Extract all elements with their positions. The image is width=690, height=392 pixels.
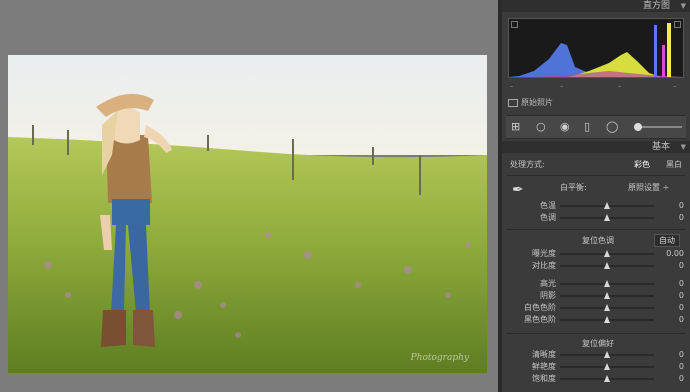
tone_s-slider-value[interactable]: 0 <box>656 290 684 302</box>
graduated-filter-icon[interactable]: ▯ <box>584 120 590 134</box>
pres_s-slider-value[interactable]: 0 <box>656 349 684 361</box>
histogram-graph <box>509 23 683 77</box>
adjustment-brush-slider[interactable] <box>634 123 682 131</box>
pres_s-slider-value[interactable]: 0 <box>656 373 684 385</box>
basic-header[interactable]: 基本 ▼ <box>502 141 690 153</box>
tone_s-slider-row: 阴影 0 <box>506 290 690 302</box>
pres_s-slider-label: 饱和度 <box>532 374 556 383</box>
histogram[interactable] <box>508 18 684 78</box>
tone_s-slider-label: 高光 <box>540 279 556 288</box>
treatment-color[interactable]: 彩色 <box>634 159 650 170</box>
original-photo-label: 原始照片 <box>521 98 553 107</box>
red-eye-icon[interactable]: ◉ <box>560 120 570 134</box>
tone_s-slider-track[interactable] <box>560 250 654 257</box>
slider-knob-icon[interactable] <box>604 304 610 311</box>
tone_s-slider-track[interactable] <box>560 292 654 299</box>
treatment-label: 处理方式: <box>510 160 545 169</box>
wb_s-slider-label: 色调 <box>540 213 556 222</box>
tone_s-slider-label: 曝光度 <box>532 249 556 258</box>
radial-filter-icon[interactable]: ◯ <box>606 120 618 134</box>
tone_s-slider-row: 对比度 0 <box>506 260 690 272</box>
tone_s-slider-value[interactable]: 0 <box>656 278 684 290</box>
slider-knob-icon[interactable] <box>604 262 610 269</box>
tone_s-slider-row: 曝光度 0.00 <box>506 248 690 260</box>
tone_s-slider-value[interactable]: 0 <box>656 260 684 272</box>
basic-title: 基本 <box>651 142 670 152</box>
slider-knob-icon[interactable] <box>604 351 610 358</box>
slider-knob-icon[interactable] <box>604 280 610 287</box>
tone_s-slider-track[interactable] <box>560 280 654 287</box>
tone_s-slider-label: 白色色阶 <box>524 303 556 312</box>
tone_s-slider-track[interactable] <box>560 316 654 323</box>
wb_s-slider-row: 色调 0 <box>506 212 690 224</box>
pres_s-slider-track[interactable] <box>560 351 654 358</box>
slider-knob-icon[interactable] <box>604 214 610 221</box>
pres_s-slider-track[interactable] <box>560 375 654 382</box>
pres_s-slider-row: 鲜艳度 0 <box>506 361 690 373</box>
slider-knob-icon[interactable] <box>604 363 610 370</box>
tone_s-slider-row: 黑色色阶 0 <box>506 314 690 326</box>
tone_s-slider-track[interactable] <box>560 304 654 311</box>
treatment-bw[interactable]: 黑白 <box>666 159 682 170</box>
triangle-down-icon[interactable]: ▼ <box>681 141 686 153</box>
slider-knob-icon[interactable] <box>604 202 610 209</box>
photo-preview[interactable]: Photography <box>8 55 487 373</box>
auto-tone-button[interactable]: 自动 <box>654 234 680 247</box>
wb-label: 白平衡: <box>560 183 587 192</box>
wb_s-slider-label: 色温 <box>540 201 556 210</box>
pres_s-slider-row: 清晰度 0 <box>506 349 690 361</box>
develop-right-panel: 直方图 ▼ – – – – 原始照片 ⊞ ○ ◉ ▯ ◯ 基本 ▼ 处理方式: … <box>502 0 690 392</box>
histogram-header[interactable]: 直方图 ▼ <box>502 0 690 12</box>
wb_s-slider-value[interactable]: 0 <box>656 212 684 224</box>
photo-watermark: Photography <box>410 353 469 363</box>
histogram-title: 直方图 <box>642 1 670 11</box>
crop-overlay-icon[interactable]: ⊞ <box>511 120 520 134</box>
checkbox-icon <box>508 98 518 107</box>
tone_s-slider-value[interactable]: 0.00 <box>656 248 684 260</box>
spot-removal-icon[interactable]: ○ <box>536 120 546 134</box>
pres_s-slider-track[interactable] <box>560 363 654 370</box>
slider-knob-icon[interactable] <box>604 250 610 257</box>
slider-knob-icon[interactable] <box>604 292 610 299</box>
tool-strip: ⊞ ○ ◉ ▯ ◯ <box>506 115 686 139</box>
tone_s-slider-label: 黑色色阶 <box>524 315 556 324</box>
wb_s-slider-track[interactable] <box>560 214 654 221</box>
tone_s-slider-value[interactable]: 0 <box>656 314 684 326</box>
original-photo-toggle[interactable]: 原始照片 <box>508 97 553 108</box>
slider-knob-icon[interactable] <box>604 316 610 323</box>
tone_s-slider-track[interactable] <box>560 262 654 269</box>
tone_s-slider-label: 阴影 <box>540 291 556 300</box>
pres_s-slider-row: 饱和度 0 <box>506 373 690 385</box>
tone_s-slider-value[interactable]: 0 <box>656 302 684 314</box>
pres_s-slider-label: 清晰度 <box>532 350 556 359</box>
pres_s-slider-label: 鲜艳度 <box>532 362 556 371</box>
tone_s-slider-row: 高光 0 <box>506 278 690 290</box>
slider-knob-icon[interactable] <box>604 375 610 382</box>
eyedropper-icon[interactable]: ✒ <box>512 182 524 198</box>
wb_s-slider-track[interactable] <box>560 202 654 209</box>
wb_s-slider-value[interactable]: 0 <box>656 200 684 212</box>
wb-select[interactable]: 原照设置 ÷ <box>628 182 669 193</box>
wb_s-slider-row: 色温 0 <box>506 200 690 212</box>
tone_s-slider-row: 白色色阶 0 <box>506 302 690 314</box>
tone_s-slider-label: 对比度 <box>532 261 556 270</box>
image-canvas[interactable]: Photography <box>0 0 498 392</box>
triangle-down-icon[interactable]: ▼ <box>681 0 686 12</box>
pres_s-slider-value[interactable]: 0 <box>656 361 684 373</box>
presence-reset[interactable]: 复位偏好 <box>506 338 690 349</box>
